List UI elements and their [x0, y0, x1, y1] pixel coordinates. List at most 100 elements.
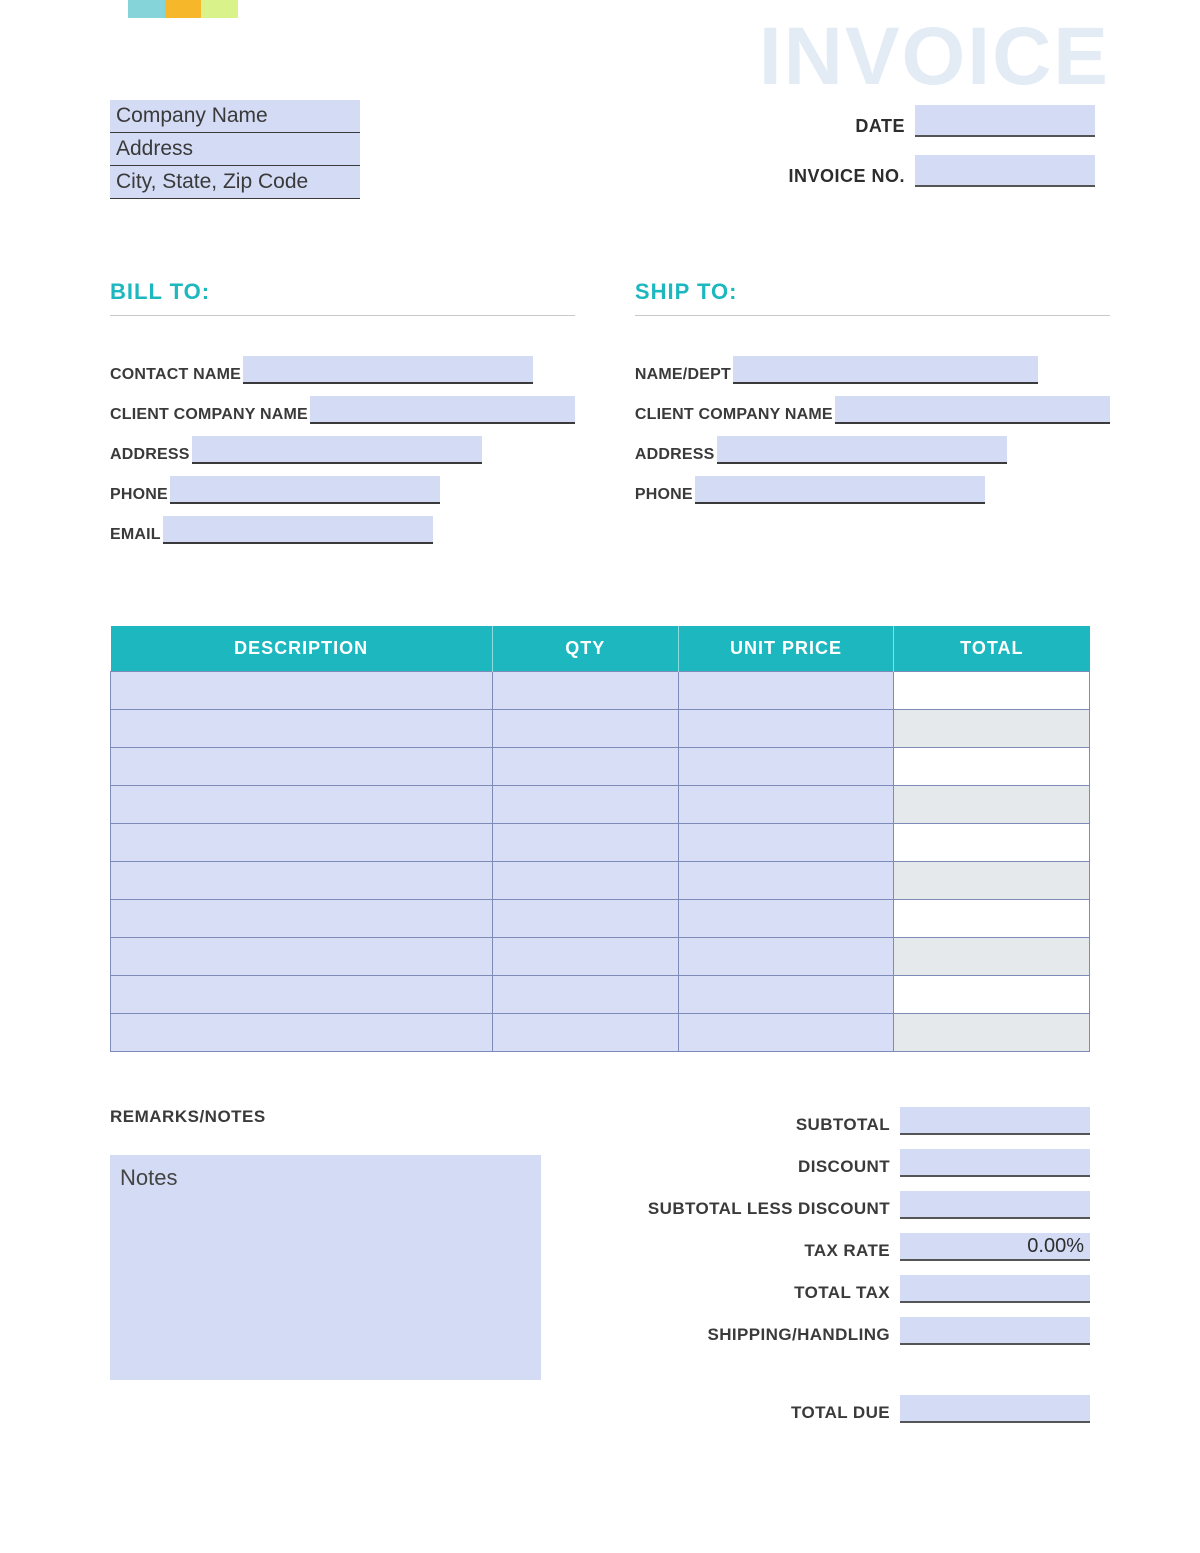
cell-qty[interactable]: [492, 672, 678, 710]
th-qty: QTY: [492, 626, 678, 672]
th-unit-price: UNIT PRICE: [678, 626, 893, 672]
total-due-field[interactable]: [900, 1395, 1090, 1423]
cell-qty[interactable]: [492, 748, 678, 786]
notes-side: REMARKS/NOTES Notes: [110, 1107, 541, 1437]
cell-total[interactable]: [894, 938, 1090, 976]
bottom-section: REMARKS/NOTES Notes SUBTOTAL DISCOUNT SU…: [110, 1107, 1090, 1437]
company-name-field[interactable]: Company Name: [110, 100, 360, 133]
line-items-table: DESCRIPTION QTY UNIT PRICE TOTAL: [110, 626, 1090, 1052]
bill-email-field[interactable]: [163, 516, 433, 544]
cell-description[interactable]: [111, 786, 493, 824]
subtotal-field[interactable]: [900, 1107, 1090, 1135]
cell-qty[interactable]: [492, 862, 678, 900]
cell-total[interactable]: [894, 672, 1090, 710]
th-total: TOTAL: [894, 626, 1090, 672]
table-row: [111, 786, 1090, 824]
company-address-field[interactable]: Address: [110, 133, 360, 166]
bill-phone-label: PHONE: [110, 486, 170, 504]
cell-total[interactable]: [894, 824, 1090, 862]
table-row: [111, 710, 1090, 748]
ship-company-field[interactable]: [835, 396, 1110, 424]
invoice-page: INVOICE Company Name Address City, State…: [0, 0, 1200, 1553]
sub-less-disc-label: SUBTOTAL LESS DISCOUNT: [648, 1199, 890, 1219]
cell-total[interactable]: [894, 786, 1090, 824]
ship-phone-field[interactable]: [695, 476, 985, 504]
cell-total[interactable]: [894, 900, 1090, 938]
shipping-field[interactable]: [900, 1317, 1090, 1345]
cell-description[interactable]: [111, 672, 493, 710]
invoice-no-label: INVOICE NO.: [788, 166, 905, 187]
cell-unit_price[interactable]: [678, 710, 893, 748]
bill-address-label: ADDRESS: [110, 446, 192, 464]
cell-total[interactable]: [894, 748, 1090, 786]
total-tax-label: TOTAL TAX: [794, 1283, 890, 1303]
total-tax-field[interactable]: [900, 1275, 1090, 1303]
bill-company-label: CLIENT COMPANY NAME: [110, 406, 310, 424]
table-row: [111, 938, 1090, 976]
cell-description[interactable]: [111, 748, 493, 786]
table-row: [111, 672, 1090, 710]
cell-unit_price[interactable]: [678, 1014, 893, 1052]
ship-to-title: SHIP TO:: [635, 279, 1110, 316]
cell-qty[interactable]: [492, 824, 678, 862]
ship-company-label: CLIENT COMPANY NAME: [635, 406, 835, 424]
cell-unit_price[interactable]: [678, 672, 893, 710]
discount-field[interactable]: [900, 1149, 1090, 1177]
bill-phone-field[interactable]: [170, 476, 440, 504]
ship-phone-label: PHONE: [635, 486, 695, 504]
cell-description[interactable]: [111, 900, 493, 938]
ship-to-column: SHIP TO: NAME/DEPT CLIENT COMPANY NAME A…: [635, 279, 1110, 556]
document-title: INVOICE: [759, 10, 1110, 104]
table-row: [111, 824, 1090, 862]
cell-unit_price[interactable]: [678, 824, 893, 862]
table-row: [111, 900, 1090, 938]
cell-qty[interactable]: [492, 976, 678, 1014]
cell-total[interactable]: [894, 976, 1090, 1014]
date-field[interactable]: [915, 105, 1095, 137]
cell-description[interactable]: [111, 976, 493, 1014]
table-row: [111, 1014, 1090, 1052]
cell-description[interactable]: [111, 1014, 493, 1052]
cell-total[interactable]: [894, 710, 1090, 748]
th-description: DESCRIPTION: [111, 626, 493, 672]
notes-box[interactable]: Notes: [110, 1155, 541, 1380]
cell-total[interactable]: [894, 1014, 1090, 1052]
cell-unit_price[interactable]: [678, 900, 893, 938]
cell-total[interactable]: [894, 862, 1090, 900]
invoice-no-field[interactable]: [915, 155, 1095, 187]
company-city-field[interactable]: City, State, Zip Code: [110, 166, 360, 199]
tax-rate-label: TAX RATE: [804, 1241, 890, 1261]
cell-description[interactable]: [111, 710, 493, 748]
table-row: [111, 862, 1090, 900]
cell-qty[interactable]: [492, 900, 678, 938]
sub-less-disc-field[interactable]: [900, 1191, 1090, 1219]
bill-to-column: BILL TO: CONTACT NAME CLIENT COMPANY NAM…: [110, 279, 575, 556]
cell-unit_price[interactable]: [678, 786, 893, 824]
table-row: [111, 976, 1090, 1014]
subtotal-label: SUBTOTAL: [796, 1115, 890, 1135]
cell-description[interactable]: [111, 938, 493, 976]
ship-name-field[interactable]: [733, 356, 1038, 384]
cell-unit_price[interactable]: [678, 862, 893, 900]
cell-qty[interactable]: [492, 938, 678, 976]
ship-address-field[interactable]: [717, 436, 1007, 464]
decorative-stripe: [128, 0, 238, 18]
bill-contact-field[interactable]: [243, 356, 533, 384]
address-section: BILL TO: CONTACT NAME CLIENT COMPANY NAM…: [110, 279, 1090, 556]
cell-description[interactable]: [111, 824, 493, 862]
cell-qty[interactable]: [492, 710, 678, 748]
notes-title: REMARKS/NOTES: [110, 1107, 541, 1127]
bill-address-field[interactable]: [192, 436, 482, 464]
ship-address-label: ADDRESS: [635, 446, 717, 464]
cell-unit_price[interactable]: [678, 938, 893, 976]
discount-label: DISCOUNT: [798, 1157, 890, 1177]
company-block: Company Name Address City, State, Zip Co…: [110, 100, 360, 199]
meta-block: DATE INVOICE NO.: [715, 105, 1095, 205]
cell-unit_price[interactable]: [678, 748, 893, 786]
cell-description[interactable]: [111, 862, 493, 900]
tax-rate-field[interactable]: 0.00%: [900, 1233, 1090, 1261]
bill-company-field[interactable]: [310, 396, 575, 424]
cell-qty[interactable]: [492, 1014, 678, 1052]
cell-qty[interactable]: [492, 786, 678, 824]
cell-unit_price[interactable]: [678, 976, 893, 1014]
